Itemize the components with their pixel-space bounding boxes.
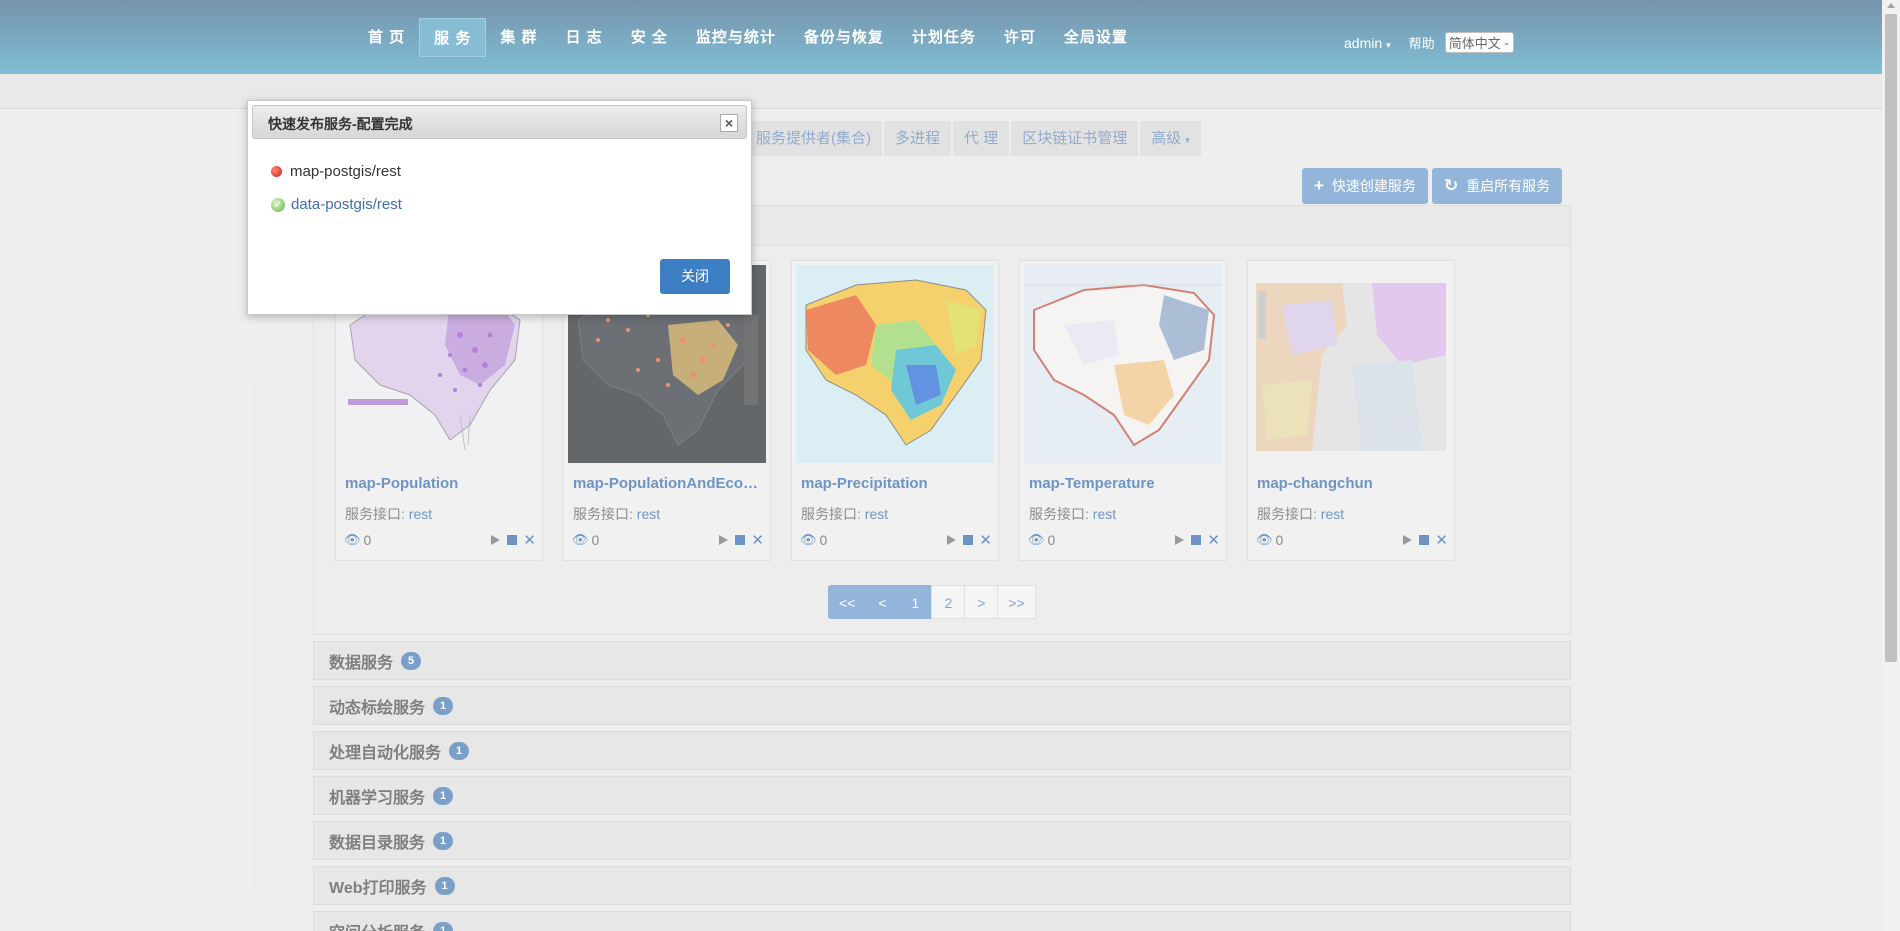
dialog-title: 快速发布服务-配置完成 [268,116,413,132]
success-check-icon: ✓ [271,197,285,212]
publish-result-row: ✓ data-postgis/rest [271,196,402,213]
result-text: map-postgis/rest [290,163,401,180]
result-link[interactable]: data-postgis/rest [291,196,402,213]
publish-result-row: map-postgis/rest [271,163,401,180]
close-icon[interactable]: × [720,114,738,132]
error-status-icon [271,166,282,177]
dialog-header: 快速发布服务-配置完成 × [252,105,747,139]
scrollbar-thumb[interactable] [1885,14,1897,662]
scroll-up-icon[interactable] [1887,3,1895,8]
quick-publish-dialog: 快速发布服务-配置完成 × map-postgis/rest ✓ data-po… [247,100,752,315]
dialog-close-button[interactable]: 关闭 [660,259,730,294]
vertical-scrollbar[interactable] [1882,0,1900,931]
